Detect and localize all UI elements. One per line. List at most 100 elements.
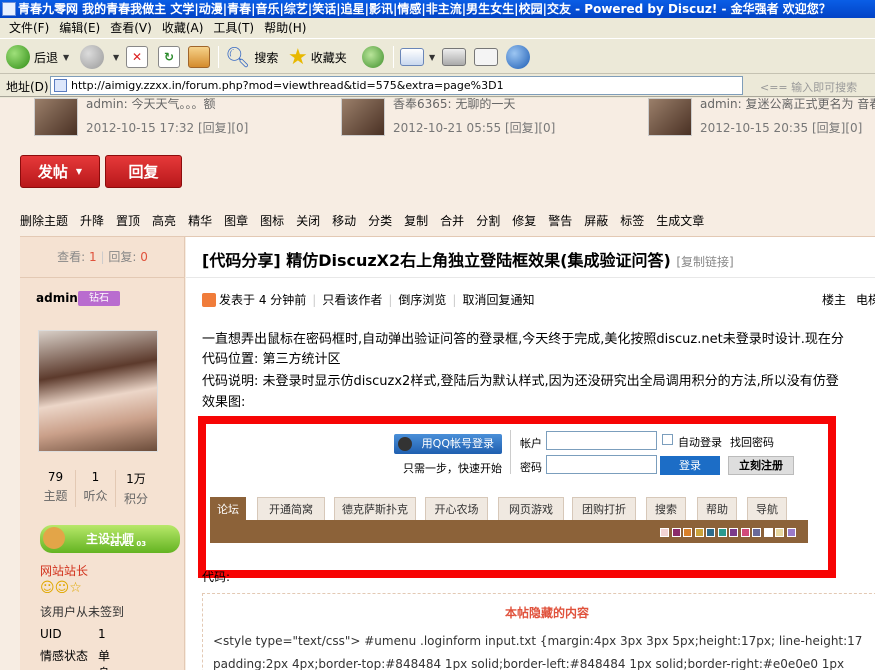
author-only-link[interactable]: 只看该作者 — [322, 293, 382, 307]
mod-action[interactable]: 升降 — [80, 214, 104, 228]
post-body-line: 一直想弄出鼠标在密码框时,自动弹出验证问答的登录框,今天终于完成,美化按照dis… — [202, 332, 844, 347]
home-button[interactable] — [188, 43, 210, 71]
mod-action[interactable]: 屏蔽 — [584, 214, 608, 228]
online-icon — [202, 293, 216, 307]
code-label: 代码: — [202, 570, 231, 584]
dropdown-icon: ▼ — [113, 52, 120, 62]
thread-stats: 查看: 1 | 回复: 0 — [57, 250, 148, 264]
uid-row: UID 1 — [40, 627, 106, 641]
mod-action[interactable]: 标签 — [620, 214, 644, 228]
menu-file[interactable]: 文件(F) — [4, 18, 54, 39]
count-threads[interactable]: 79 主题 — [36, 470, 76, 507]
hidden-content-box: 本帖隐藏的内容 <style type="text/css"> #umenu .… — [202, 593, 875, 670]
demo-tab: 网页游戏 — [498, 497, 564, 521]
favorites-button[interactable]: ★ 收藏夹 — [288, 43, 347, 71]
floor-label: 楼主 电梯 — [822, 291, 875, 308]
hidden-content-title: 本帖隐藏的内容 — [504, 606, 589, 620]
address-bar: 地址(D) http://aimigy.zzxx.in/forum.php?mo… — [0, 74, 875, 97]
mod-action[interactable]: 警告 — [548, 214, 572, 228]
reverse-link[interactable]: 倒序浏览 — [398, 293, 446, 307]
toolbar: 后退 ▼ ▼ ✕ ↻ 🔍︎ 搜索 ★ 收藏夹 ▼ — [0, 40, 875, 74]
browser-icon — [2, 2, 16, 16]
color-swatch — [740, 528, 750, 537]
messenger-button[interactable] — [506, 43, 534, 71]
messenger-icon — [506, 45, 530, 69]
divider — [20, 277, 185, 278]
menu-help[interactable]: 帮助(H) — [259, 18, 311, 39]
color-swatch — [786, 528, 796, 537]
user-rank[interactable]: 网站站长 — [40, 562, 88, 579]
address-input[interactable]: http://aimigy.zzxx.in/forum.php?mod=view… — [50, 76, 743, 95]
author-avatar[interactable] — [38, 330, 158, 452]
mod-action[interactable]: 图标 — [260, 214, 284, 228]
print-button[interactable] — [442, 43, 466, 71]
mod-action[interactable]: 合并 — [440, 214, 464, 228]
forward-button[interactable]: ▼ — [80, 43, 119, 71]
auto-login-label: 自动登录 — [678, 436, 722, 449]
mod-action[interactable]: 分割 — [476, 214, 500, 228]
dropdown-icon: ▼ — [429, 52, 436, 62]
recent-post: 香奉6365: 无聊的一天 2012-10-21 05:55 [回复][0] — [341, 98, 641, 140]
demo-nav: 论坛 开通简窝 德克萨斯扑克 开心农场 网页游戏 团购打折 搜索 帮助 导航 — [210, 497, 810, 521]
stop-button[interactable]: ✕ — [126, 43, 148, 71]
menu-tools[interactable]: 工具(T) — [208, 18, 259, 39]
back-button[interactable]: 后退 ▼ — [6, 43, 69, 71]
menu-bar: 文件(F) 编辑(E) 查看(V) 收藏(A) 工具(T) 帮助(H) — [0, 18, 875, 39]
stop-icon: ✕ — [126, 46, 148, 68]
mod-action[interactable]: 生成文章 — [656, 214, 704, 228]
demo-tab: 搜索 — [646, 497, 686, 521]
recent-post-meta[interactable]: 2012-10-15 20:35 [回复][0] — [700, 119, 862, 136]
mail-icon — [400, 48, 424, 66]
mod-action[interactable]: 修复 — [512, 214, 536, 228]
reply-button[interactable]: 回复 — [105, 155, 182, 188]
recent-post-meta[interactable]: 2012-10-21 05:55 [回复][0] — [393, 119, 555, 136]
address-hint: <== 输入即可搜索 — [760, 81, 858, 94]
elevator-link[interactable]: 电梯 — [856, 293, 875, 307]
mod-action[interactable]: 高亮 — [152, 214, 176, 228]
recent-post-text[interactable]: admin: 今天天气。。。额 — [86, 98, 215, 112]
menu-edit[interactable]: 编辑(E) — [54, 18, 105, 39]
menu-view[interactable]: 查看(V) — [105, 18, 157, 39]
account-input — [546, 431, 657, 450]
color-swatch — [717, 528, 727, 537]
window-title: 青春九零网 我的青春我做主 文学|动漫|青春|音乐|综艺|笑话|追星|影讯|情感… — [18, 2, 831, 16]
count-points[interactable]: 1万 积分 — [116, 470, 156, 507]
mod-action[interactable]: 精华 — [188, 214, 212, 228]
home-icon — [188, 46, 210, 68]
refresh-icon: ↻ — [158, 46, 180, 68]
menu-favorites[interactable]: 收藏(A) — [157, 18, 209, 39]
history-button[interactable] — [362, 43, 388, 71]
recent-post-text[interactable]: 香奉6365: 无聊的一天 — [393, 98, 515, 112]
toolbar-separator — [218, 46, 219, 68]
mod-action[interactable]: 移动 — [332, 214, 356, 228]
color-swatch — [706, 528, 715, 537]
mail-button[interactable]: ▼ — [400, 43, 435, 71]
mod-action[interactable]: 关闭 — [296, 214, 320, 228]
avatar[interactable] — [34, 98, 78, 136]
mod-action[interactable]: 分类 — [368, 214, 392, 228]
recent-post-meta[interactable]: 2012-10-15 17:32 [回复][0] — [86, 119, 248, 136]
avatar[interactable] — [341, 98, 385, 136]
author-name[interactable]: admin — [36, 291, 78, 305]
refresh-button[interactable]: ↻ — [158, 43, 180, 71]
mod-action[interactable]: 删除主题 — [20, 214, 68, 228]
search-button[interactable]: 🔍︎ 搜索 — [225, 43, 278, 71]
auto-login-checkbox — [662, 434, 673, 445]
dropdown-icon: ▼ — [75, 167, 83, 176]
mod-action[interactable]: 图章 — [224, 214, 248, 228]
divider — [186, 277, 875, 278]
count-followers[interactable]: 1 听众 — [76, 470, 116, 507]
new-post-button[interactable]: 发帖 ▼ — [20, 155, 100, 188]
mod-action[interactable]: 复制 — [404, 214, 428, 228]
recent-post: admin: 今天天气。。。额 2012-10-15 17:32 [回复][0] — [34, 98, 334, 140]
cancel-notify-link[interactable]: 取消回复通知 — [462, 293, 534, 307]
color-swatch — [660, 528, 669, 537]
copy-link[interactable]: [复制链接] — [676, 255, 733, 269]
edit-button[interactable] — [474, 43, 498, 71]
mod-action[interactable]: 置顶 — [116, 214, 140, 228]
recent-post-text[interactable]: admin: 复迷公离正式更名为 音春 — [700, 98, 875, 112]
toolbar-separator — [393, 46, 394, 68]
avatar[interactable] — [648, 98, 692, 136]
forgot-password-link: 找回密码 — [730, 436, 774, 449]
color-swatch — [694, 528, 704, 537]
